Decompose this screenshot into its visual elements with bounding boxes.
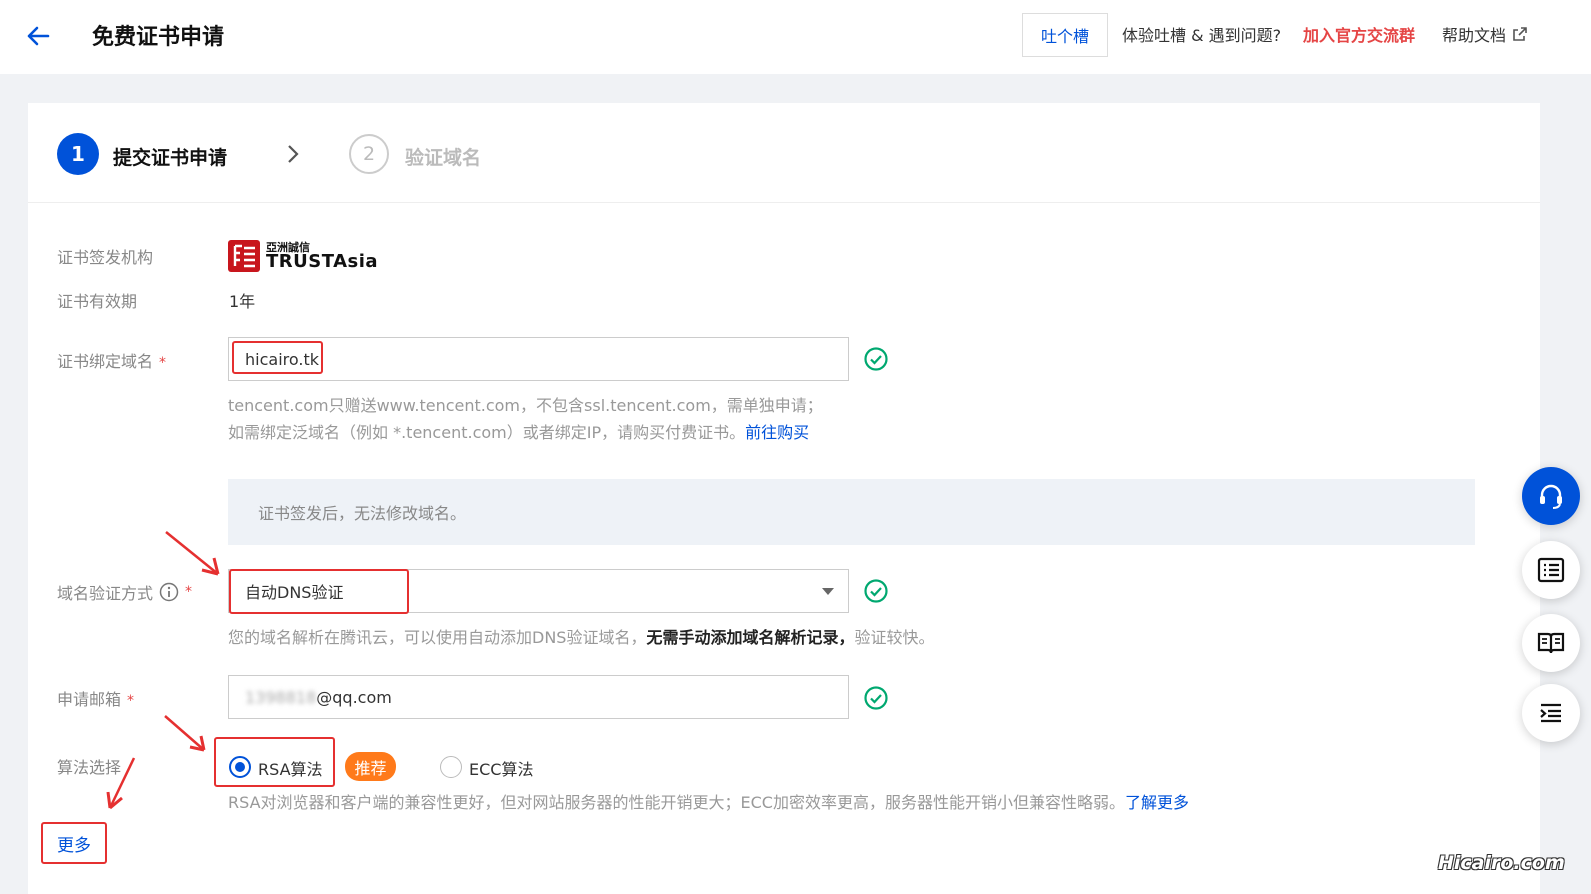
domain-check-icon bbox=[864, 347, 888, 371]
help-doc-link[interactable]: 帮助文档 bbox=[1442, 22, 1528, 46]
learn-more-link[interactable]: 了解更多 bbox=[1125, 793, 1189, 812]
help-doc-label: 帮助文档 bbox=[1442, 26, 1507, 45]
verify-method-label-text: 域名验证方式 bbox=[57, 584, 154, 603]
headset-icon bbox=[1540, 484, 1562, 509]
domain-input-value: hicairo.tk bbox=[245, 349, 319, 369]
algorithm-hint-text: RSA对浏览器和客户端的兼容性更好，但对网站服务器的性能开销更大；ECC加密效率… bbox=[228, 793, 1125, 812]
ecc-radio[interactable] bbox=[440, 756, 462, 778]
step-2-number: 2 bbox=[349, 134, 389, 174]
chevron-right-icon bbox=[288, 145, 299, 163]
domain-hint-line1: tencent.com只赠送www.tencent.com，不包含ssl.ten… bbox=[228, 396, 823, 415]
recommended-badge: 推荐 bbox=[345, 752, 396, 781]
step-1-label: 提交证书申请 bbox=[113, 147, 228, 169]
domain-label-text: 证书绑定域名 bbox=[57, 352, 154, 371]
verify-method-select[interactable]: 自动DNS验证 bbox=[228, 569, 849, 613]
back-arrow-icon[interactable] bbox=[22, 20, 54, 52]
required-mark: * bbox=[185, 584, 193, 600]
buy-link[interactable]: 前往购买 bbox=[745, 423, 809, 442]
domain-input[interactable]: hicairo.tk bbox=[228, 337, 849, 381]
email-input[interactable]: 1398818 @qq.com bbox=[228, 675, 849, 719]
step-1-number: 1 bbox=[57, 133, 99, 175]
domain-hint-text: 如需绑定泛域名（例如 *.tencent.com）或者绑定IP，请购买付费证书。 bbox=[228, 423, 746, 442]
issuer-label: 证书签发机构 bbox=[57, 248, 154, 267]
book-icon bbox=[1537, 632, 1565, 654]
list-button[interactable] bbox=[1522, 541, 1580, 599]
rsa-label[interactable]: RSA算法 bbox=[258, 756, 323, 780]
verify-hint-prefix: 您的域名解析在腾讯云，可以使用自动添加DNS验证域名， bbox=[228, 628, 647, 647]
verify-method-hint: 您的域名解析在腾讯云，可以使用自动添加DNS验证域名，无需手动添加域名解析记录，… bbox=[228, 624, 934, 651]
feedback-prompt: 体验吐槽 & 遇到问题? bbox=[1122, 26, 1282, 45]
trustasia-logo: 亞洲誠信 TRUSTAsia bbox=[228, 240, 378, 272]
email-domain-part: @qq.com bbox=[316, 687, 392, 707]
step-2-label: 验证域名 bbox=[405, 147, 482, 169]
page-title: 免费证书申请 bbox=[92, 25, 225, 50]
verify-hint-bold: 无需手动添加域名解析记录， bbox=[646, 628, 855, 647]
required-mark: * bbox=[127, 693, 135, 709]
required-mark: * bbox=[159, 355, 167, 371]
validity-value: 1年 bbox=[229, 292, 256, 311]
validity-label: 证书有效期 bbox=[57, 292, 138, 311]
verify-hint-suffix: 验证较快。 bbox=[854, 628, 935, 647]
ecc-label[interactable]: ECC算法 bbox=[469, 756, 533, 780]
rsa-radio[interactable] bbox=[229, 756, 251, 778]
email-label-text: 申请邮箱 bbox=[57, 690, 122, 709]
email-check-icon bbox=[864, 686, 888, 710]
collapse-button[interactable] bbox=[1522, 684, 1580, 742]
domain-hint-line2: 如需绑定泛域名（例如 *.tencent.com）或者绑定IP，请购买付费证书。… bbox=[228, 419, 809, 446]
info-icon[interactable] bbox=[159, 582, 179, 602]
indent-icon bbox=[1540, 703, 1561, 723]
email-masked-part: 1398818 bbox=[245, 687, 317, 707]
email-label: 申请邮箱 * bbox=[57, 686, 134, 710]
algorithm-hint: RSA对浏览器和客户端的兼容性更好，但对网站服务器的性能开销更大；ECC加密效率… bbox=[228, 789, 1189, 816]
domain-label: 证书绑定域名 * bbox=[57, 348, 166, 372]
watermark: Hicairo.com bbox=[1438, 852, 1565, 874]
domain-notice: 证书签发后，无法修改域名。 bbox=[228, 479, 1475, 545]
list-icon bbox=[1537, 557, 1565, 583]
docs-button[interactable] bbox=[1522, 614, 1580, 672]
feedback-button[interactable]: 吐个槽 bbox=[1022, 13, 1108, 57]
trustasia-logo-icon bbox=[228, 240, 260, 272]
customer-service-button[interactable] bbox=[1522, 467, 1580, 525]
chevron-down-icon bbox=[822, 588, 834, 595]
external-link-icon bbox=[1513, 27, 1527, 41]
top-header: 免费证书申请 吐个槽 体验吐槽 & 遇到问题? 加入官方交流群 帮助文档 bbox=[0, 0, 1591, 74]
algorithm-label: 算法选择 bbox=[57, 758, 122, 777]
join-group-link[interactable]: 加入官方交流群 bbox=[1303, 22, 1415, 46]
verify-method-label: 域名验证方式 * bbox=[57, 580, 192, 604]
logo-en-text: TRUSTAsia bbox=[266, 250, 379, 272]
more-button[interactable]: 更多 bbox=[57, 831, 91, 856]
steps-bar: 1 提交证书申请 2 验证域名 bbox=[28, 103, 1540, 203]
verify-method-value: 自动DNS验证 bbox=[245, 583, 344, 602]
verify-check-icon bbox=[864, 579, 888, 603]
